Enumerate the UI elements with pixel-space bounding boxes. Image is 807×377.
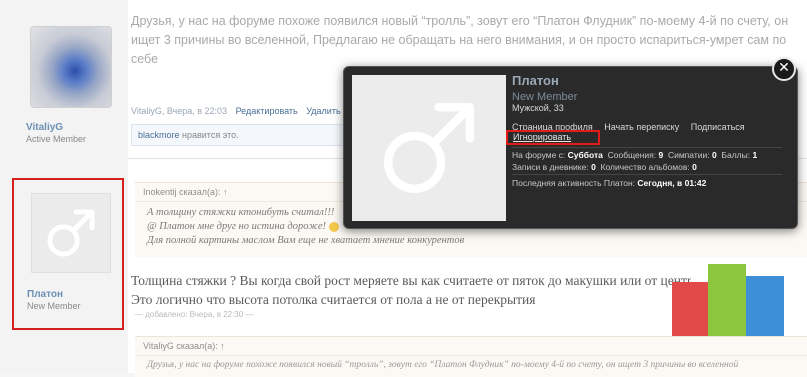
post-user-role: Active Member: [26, 134, 87, 144]
start-conversation-link[interactable]: Начать переписку: [604, 122, 679, 132]
message-line: Толщина стяжки ? Вы когда свой рост меря…: [131, 273, 691, 288]
post-meta: VitaliyG, Вчера, в 22:03 Редактировать У…: [131, 106, 341, 116]
ignore-highlight-box: Игнорировать: [506, 130, 600, 145]
popup-username[interactable]: Платон: [512, 73, 559, 88]
post-user-role: New Member: [27, 301, 81, 311]
messages-count: 9: [658, 150, 664, 160]
popup-stats-row-2: Записи в дневнике: 0 Количество альбомов…: [512, 162, 697, 172]
popup-user-role: New Member: [512, 91, 578, 103]
delete-link[interactable]: Удалить: [306, 106, 340, 116]
likes-text: нравится это.: [179, 130, 239, 140]
quote-block: VitaliyG сказал(а): ↑ Друзья, у нас на ф…: [135, 336, 807, 377]
popup-avatar[interactable]: [352, 75, 506, 221]
user-avatar-vitaliyg[interactable]: [30, 26, 112, 108]
popup-gender-age: Мужской, 33: [512, 103, 564, 113]
edited-note: — добавлено: Вчера, в 22:30 —: [135, 310, 254, 319]
male-symbol-icon: [47, 209, 95, 257]
post-author-date[interactable]: VitaliyG, Вчера, в 22:03: [131, 106, 227, 116]
ignore-link[interactable]: Игнорировать: [513, 132, 571, 142]
joined-value: Суббота: [567, 150, 603, 160]
popup-last-activity: Последняя активность Платон: Сегодня, в …: [512, 178, 707, 188]
close-popup-button[interactable]: ✕: [772, 57, 796, 81]
member-card-popup: Платон New Member Мужской, 33 Страница п…: [343, 66, 798, 229]
message-line: Это логично что высота потолка считается…: [131, 292, 536, 307]
popup-stats-row-1: На форуме с: Суббота Сообщения: 9 Симпат…: [512, 150, 758, 160]
popup-divider: [512, 147, 782, 148]
albums-count: 0: [692, 162, 697, 172]
popup-divider: [512, 174, 782, 175]
smile-icon: [328, 221, 339, 232]
user-avatar-platon[interactable]: [31, 193, 111, 273]
diary-count: 0: [591, 162, 596, 172]
quote-line: Для полной картины маслом Вам еще не хва…: [147, 235, 465, 246]
likes-count: 0: [711, 150, 717, 160]
post-message-text: Толщина стяжки ? Вы когда свой рост меря…: [131, 271, 691, 309]
likes-user-link[interactable]: blackmore: [138, 130, 180, 140]
forum-page: VitaliyG Active Member Друзья, у нас на …: [0, 0, 807, 377]
male-symbol-icon: [384, 103, 474, 193]
follow-link[interactable]: Подписаться: [691, 122, 745, 132]
quote-header[interactable]: VitaliyG сказал(а): ↑: [135, 337, 807, 356]
quote-body: Друзья, у нас на форуме похоже появился …: [147, 360, 739, 370]
post-message-text: Друзья, у нас на форуме похоже появился …: [131, 14, 789, 66]
post-username[interactable]: VitaliyG: [26, 122, 63, 133]
points-count: 1: [752, 150, 758, 160]
last-activity-value: Сегодня, в 01:42: [637, 178, 707, 188]
close-icon: ✕: [778, 60, 790, 76]
edit-link[interactable]: Редактировать: [236, 106, 298, 116]
post-username[interactable]: Платон: [27, 289, 63, 300]
